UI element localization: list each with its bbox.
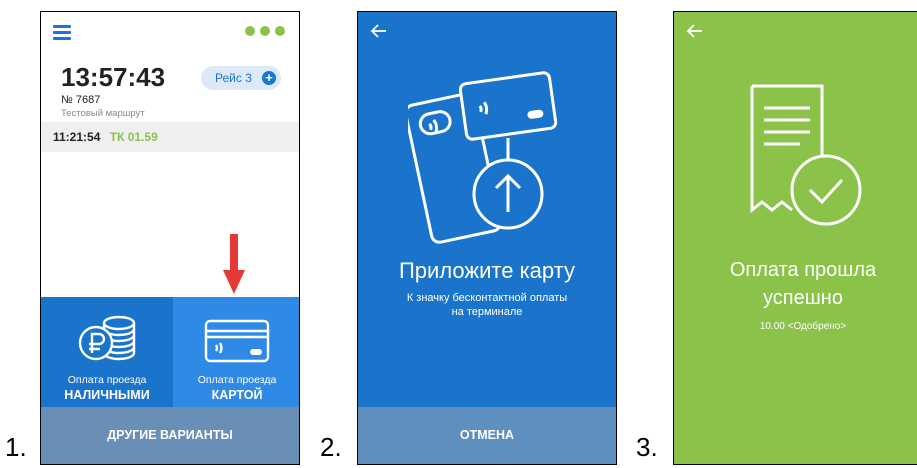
pay-card-label: КАРТОЙ <box>211 388 263 402</box>
step-number-2: 2. <box>320 432 342 462</box>
card-contactless-icon <box>204 319 270 363</box>
screen-payment-success: Оплата прошла успешно 10.00 <Одобрено> <box>673 11 917 465</box>
step-number-3: 3. <box>636 432 658 462</box>
success-title-line2: успешно <box>763 287 843 309</box>
tap-card-terminal-icon <box>408 71 558 244</box>
down-arrow-icon <box>223 234 245 294</box>
vehicle-number: № 7687 <box>61 94 101 106</box>
pay-cash-button[interactable]: Оплата проезда НАЛИЧНЫМИ <box>41 297 173 412</box>
success-title-line1: Оплата прошла <box>729 259 877 281</box>
clock: 13:57:43 <box>61 62 166 92</box>
transaction-time: 11:21:54 <box>53 130 101 144</box>
pay-card-caption: Оплата проезда <box>197 374 277 386</box>
menu-icon[interactable] <box>53 25 71 40</box>
route-name: Тестовый маршрут <box>61 108 145 119</box>
tap-card-subtitle-line2: на терминале <box>451 306 523 318</box>
back-arrow-icon[interactable] <box>370 22 388 40</box>
plus-icon: + <box>262 71 276 85</box>
transaction-row: 11:21:54 ТК 01.59 <box>41 122 299 152</box>
cancel-button[interactable]: ОТМЕНА <box>358 407 616 464</box>
tap-card-title: Приложите карту <box>398 258 575 283</box>
trip-badge[interactable]: Рейс 3 + <box>201 66 281 90</box>
more-dots-icon[interactable] <box>245 26 285 36</box>
receipt-check-icon <box>750 84 862 226</box>
tap-card-subtitle-line1: К значку бесконтактной оплаты <box>406 292 568 304</box>
pay-card-button[interactable]: Оплата проезда КАРТОЙ <box>173 297 299 412</box>
screen-main: 13:57:43 Рейс 3 + № 7687 Тестовый маршру… <box>40 11 300 465</box>
pay-cash-caption: Оплата проезда <box>67 374 147 386</box>
top-bar <box>41 12 299 52</box>
transaction-code: ТК 01.59 <box>109 130 158 144</box>
payment-status: 10.00 <Одобрено> <box>759 321 847 332</box>
step-number-1: 1. <box>5 432 27 462</box>
trip-badge-label: Рейс 3 <box>215 71 252 85</box>
other-options-button[interactable]: ДРУГИЕ ВАРИАНТЫ <box>41 407 299 464</box>
back-arrow-icon[interactable] <box>686 22 704 40</box>
pay-cash-label: НАЛИЧНЫМИ <box>64 388 150 402</box>
coins-ruble-icon <box>78 315 136 361</box>
screen-tap-card: Приложите карту К значку бесконтактной о… <box>357 11 617 465</box>
